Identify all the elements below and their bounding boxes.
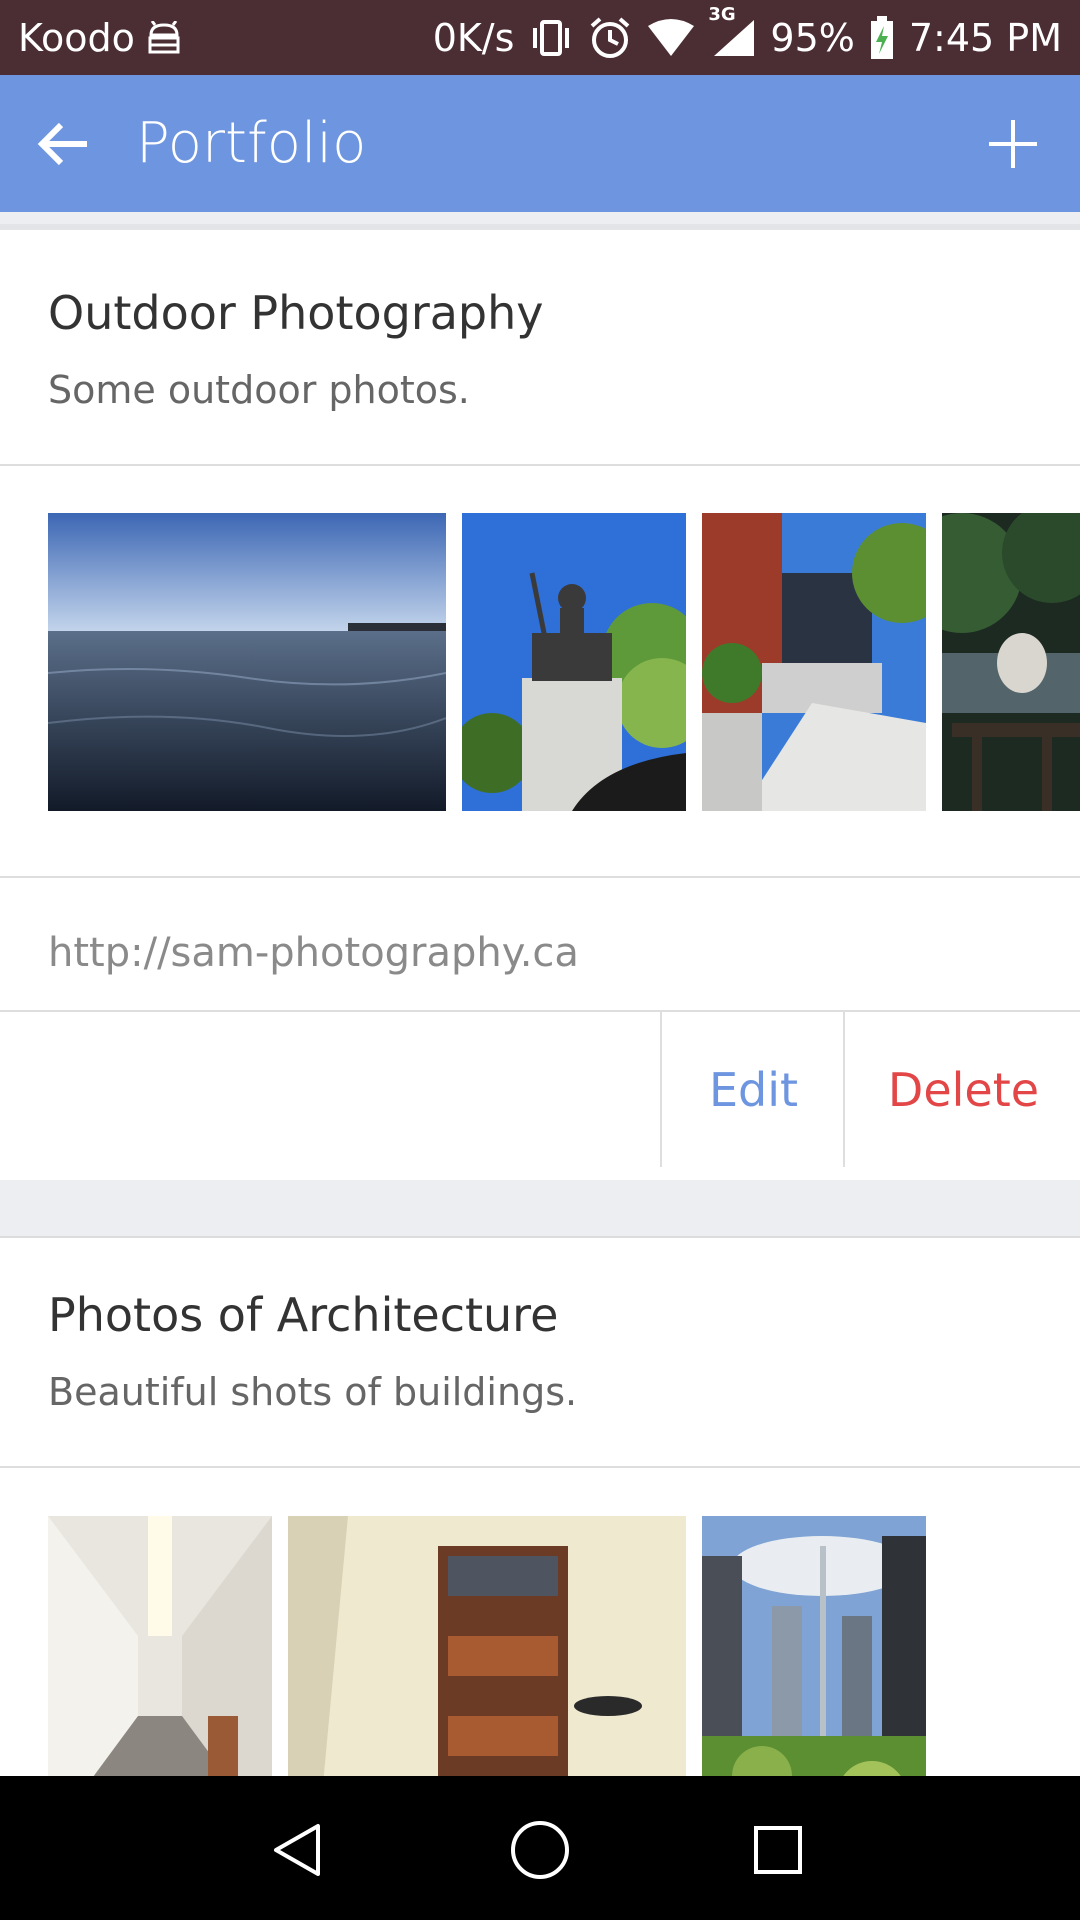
alarm-icon [588, 16, 632, 60]
card-actions: Edit Delete [0, 1012, 1080, 1167]
atrium-photo[interactable] [288, 1516, 686, 1776]
battery-charging-icon [869, 15, 895, 60]
vibrate-icon [528, 18, 574, 58]
portfolio-card: Outdoor Photography Some outdoor photos. [0, 230, 1080, 1180]
portfolio-description: Beautiful shots of buildings. [48, 1370, 578, 1414]
city-skyline-photo[interactable] [702, 1516, 926, 1776]
app-bar: Portfolio [0, 75, 1080, 212]
add-portfolio-button[interactable] [978, 109, 1048, 179]
status-right: 0K/s 3G 95% 7:45 PM [433, 0, 1062, 75]
arrow-left-icon [37, 122, 87, 166]
portfolio-title: Outdoor Photography [48, 286, 544, 340]
divider [0, 464, 1080, 466]
divider [0, 1466, 1080, 1468]
back-triangle-icon[interactable] [258, 1810, 338, 1890]
battery-percent: 95% [770, 15, 855, 60]
divider [0, 876, 1080, 878]
statue-photo[interactable] [462, 513, 686, 811]
network-type: 3G [708, 3, 736, 25]
signal-icon: 3G [708, 4, 756, 58]
park-bench-photo[interactable] [942, 513, 1080, 811]
status-bar: Koodo 0K/s 3G 95% 7:45 PM [0, 0, 1080, 75]
status-left: Koodo [18, 0, 183, 75]
brick-building-stairs-photo[interactable] [702, 513, 926, 811]
delete-button[interactable]: Delete [843, 1012, 1080, 1167]
plus-icon [989, 120, 1037, 168]
nav-bar [0, 1776, 1080, 1920]
network-speed: 0K/s [432, 15, 515, 60]
portfolio-description: Some outdoor photos. [48, 368, 470, 412]
clock: 7:45 PM [908, 15, 1062, 60]
back-button[interactable] [32, 113, 94, 175]
home-circle-icon[interactable] [500, 1810, 580, 1890]
page-title: Portfolio [136, 111, 367, 176]
lake-water-photo[interactable] [48, 513, 446, 811]
hallway-photo[interactable] [48, 1516, 272, 1776]
portfolio-link[interactable]: http://sam-photography.ca [48, 930, 579, 976]
carrier-name: Koodo [18, 15, 135, 60]
portfolio-title: Photos of Architecture [48, 1288, 559, 1342]
wifi-icon [646, 18, 696, 58]
portfolio-card: Photos of Architecture Beautiful shots o… [0, 1236, 1080, 1776]
recents-square-icon[interactable] [738, 1810, 818, 1890]
edit-button[interactable]: Edit [660, 1012, 845, 1167]
portfolio-list[interactable]: Outdoor Photography Some outdoor photos. [0, 212, 1080, 1776]
android-icon [145, 20, 183, 55]
